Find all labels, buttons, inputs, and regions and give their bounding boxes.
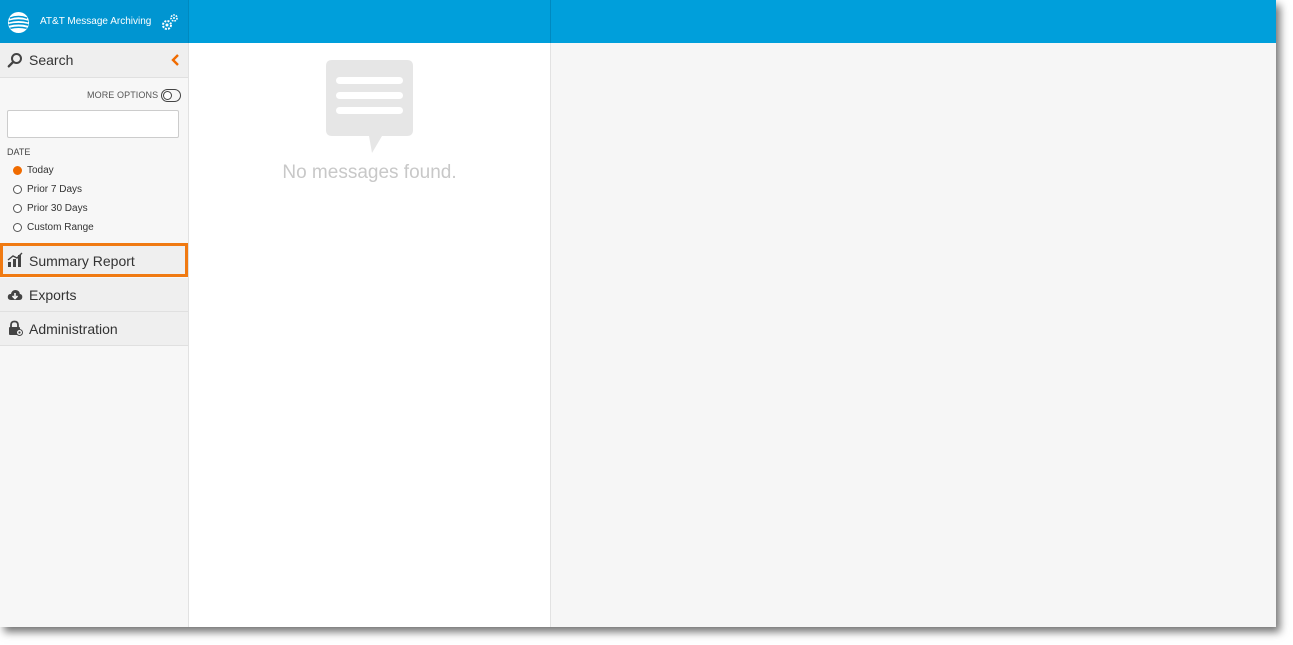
radio-button[interactable] [13,185,22,194]
sidebar: Search MORE OPTIONS DATE Today Prior 7 D… [0,43,189,627]
empty-state-message: No messages found. [282,162,457,183]
nav-item-exports[interactable]: Exports [0,278,188,312]
more-options-label: MORE OPTIONS [87,90,159,100]
topbar-divider [188,0,189,43]
bar-chart-icon [7,252,23,267]
nav-item-administration[interactable]: Administration [0,312,188,346]
chevron-left-icon[interactable] [169,53,181,67]
app-title: AT&T Message Archiving [40,16,152,27]
app-window: AT&T Message Archiving Search MORE OPTIO… [0,0,1276,627]
radio-button[interactable] [13,204,22,213]
nav-item-summary-report[interactable]: Summary Report [0,243,188,277]
more-options-toggle[interactable] [161,89,181,102]
cloud-download-icon [7,290,23,300]
search-label: Search [29,52,74,68]
message-bubble-icon [326,60,413,153]
toggle-knob [162,90,172,100]
radio-button[interactable] [13,223,22,232]
search-icon [7,53,22,68]
radio-button[interactable] [13,166,22,175]
search-section-header[interactable]: Search [0,43,188,78]
att-globe-logo-icon [7,11,30,34]
date-option-label: Custom Range [27,222,94,233]
settings-gears-icon[interactable] [161,13,179,31]
top-bar: AT&T Message Archiving [0,0,1276,43]
date-option-label: Today [27,165,54,176]
search-input[interactable] [7,110,179,138]
date-option-label: Prior 7 Days [27,184,83,195]
message-list-pane: No messages found. [189,43,551,627]
nav-item-label: Exports [29,287,77,303]
nav-item-label: Summary Report [29,253,135,269]
date-option-label: Prior 30 Days [27,203,88,214]
lock-icon [9,320,23,336]
nav-item-label: Administration [29,321,118,337]
message-detail-pane [551,43,1276,627]
date-filter-label: DATE [7,147,31,157]
topbar-divider [550,0,551,43]
brand-area: AT&T Message Archiving [0,0,188,43]
